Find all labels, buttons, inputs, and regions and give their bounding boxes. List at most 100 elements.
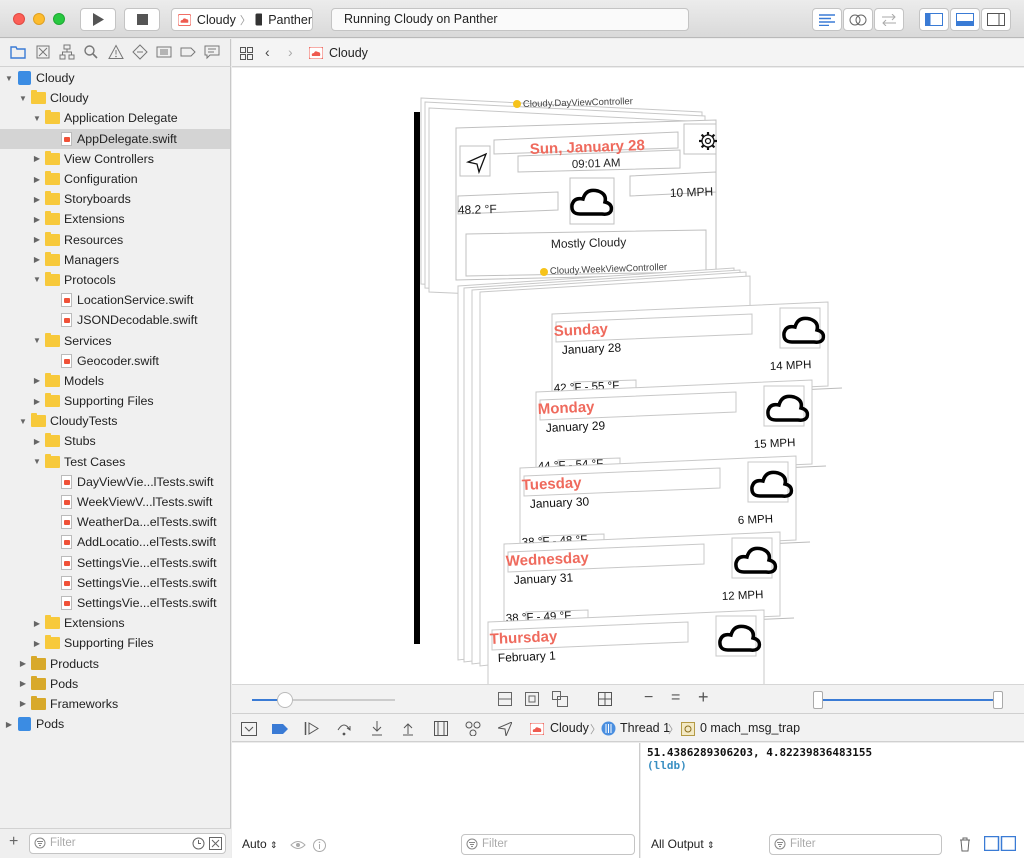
file-item[interactable]: LocationService.swift: [0, 290, 230, 310]
standard-editor-button[interactable]: [812, 8, 842, 31]
disclosure-expanded-icon[interactable]: ▼: [32, 275, 42, 284]
disclosure-expanded-icon[interactable]: ▼: [4, 74, 14, 83]
disclosure-collapsed-icon[interactable]: ▶: [32, 619, 42, 628]
hierarchy-tab-icon[interactable]: [59, 44, 75, 60]
variables-filter-input[interactable]: Filter: [461, 834, 635, 855]
back-icon[interactable]: ‹: [265, 44, 270, 60]
eye-icon[interactable]: [290, 840, 306, 850]
breakpoints-toggle-icon[interactable]: [272, 724, 288, 734]
range-slider-max-knob[interactable]: [993, 691, 1003, 709]
disclosure-collapsed-icon[interactable]: ▶: [4, 720, 14, 729]
disclosure-collapsed-icon[interactable]: ▶: [32, 376, 42, 385]
simulate-location-icon[interactable]: [498, 722, 512, 736]
file-item[interactable]: WeatherDa...elTests.swift: [0, 512, 230, 532]
version-editor-button[interactable]: [874, 8, 904, 31]
disclosure-expanded-icon[interactable]: ▼: [18, 94, 28, 103]
disclosure-collapsed-icon[interactable]: ▶: [32, 397, 42, 406]
disclosure-collapsed-icon[interactable]: ▶: [32, 175, 42, 184]
group-item[interactable]: ▶ Stubs: [0, 431, 230, 451]
group-item[interactable]: ▶ Pods: [0, 674, 230, 694]
group-item[interactable]: ▼ Protocols: [0, 270, 230, 290]
adjust-view-mode-icon[interactable]: [552, 691, 568, 707]
split-view-icon[interactable]: [984, 836, 1016, 851]
debug-frame-label[interactable]: 0 mach_msg_trap: [700, 721, 800, 735]
console-output-select[interactable]: All Output ⇕: [651, 837, 715, 851]
group-item[interactable]: ▶ Managers: [0, 250, 230, 270]
close-window-button[interactable]: [13, 13, 25, 25]
source-control-tab-icon[interactable]: [35, 44, 51, 60]
scheme-selector[interactable]: Cloudy 〉 Panther: [171, 8, 313, 31]
disclosure-collapsed-icon[interactable]: ▶: [18, 699, 28, 708]
group-item[interactable]: ▼ Cloudy: [0, 88, 230, 108]
disclosure-collapsed-icon[interactable]: ▶: [32, 154, 42, 163]
file-item[interactable]: DayViewVie...lTests.swift: [0, 472, 230, 492]
group-item[interactable]: ▼ Services: [0, 330, 230, 350]
folder-tab-icon[interactable]: [10, 44, 26, 60]
toggle-debug-area-button[interactable]: [950, 8, 980, 31]
zoom-window-button[interactable]: [53, 13, 65, 25]
unsaved-files-icon[interactable]: [209, 837, 222, 850]
disclosure-collapsed-icon[interactable]: ▶: [32, 215, 42, 224]
group-item[interactable]: ▼ Test Cases: [0, 452, 230, 472]
disclosure-collapsed-icon[interactable]: ▶: [18, 679, 28, 688]
project-item[interactable]: ▶ Pods: [0, 714, 230, 734]
group-item[interactable]: ▶ Supporting Files: [0, 391, 230, 411]
group-item[interactable]: ▶ Configuration: [0, 169, 230, 189]
group-item[interactable]: ▶ Products: [0, 653, 230, 673]
disclosure-collapsed-icon[interactable]: ▶: [32, 195, 42, 204]
file-item[interactable]: SettingsVie...elTests.swift: [0, 593, 230, 613]
debug-thread-label[interactable]: Thread 1: [620, 721, 670, 735]
trash-icon[interactable]: [959, 837, 971, 852]
file-item[interactable]: SettingsVie...elTests.swift: [0, 573, 230, 593]
disclosure-collapsed-icon[interactable]: ▶: [32, 255, 42, 264]
clip-contents-icon[interactable]: [498, 692, 512, 706]
group-item[interactable]: ▶ Extensions: [0, 209, 230, 229]
stop-button[interactable]: [124, 8, 160, 31]
range-slider[interactable]: [813, 691, 1003, 709]
disclosure-expanded-icon[interactable]: ▼: [32, 457, 42, 466]
spacing-slider[interactable]: [252, 692, 395, 708]
disclosure-collapsed-icon[interactable]: ▶: [32, 639, 42, 648]
file-item[interactable]: WeekViewV...lTests.swift: [0, 492, 230, 512]
disclosure-collapsed-icon[interactable]: ▶: [32, 437, 42, 446]
forward-icon[interactable]: ›: [288, 44, 293, 60]
disclosure-collapsed-icon[interactable]: ▶: [18, 659, 28, 668]
group-item[interactable]: ▶ Extensions: [0, 613, 230, 633]
group-item[interactable]: ▶ Models: [0, 371, 230, 391]
group-item[interactable]: ▶ View Controllers: [0, 149, 230, 169]
zoom-out-icon[interactable]: −: [644, 689, 653, 707]
search-tab-icon[interactable]: [83, 44, 99, 60]
group-item[interactable]: ▼ Application Delegate: [0, 108, 230, 128]
disclosure-expanded-icon[interactable]: ▼: [32, 336, 42, 345]
debug-view-hierarchy-icon[interactable]: [434, 721, 448, 736]
step-over-icon[interactable]: [336, 722, 352, 736]
warning-tab-icon[interactable]: [108, 44, 124, 60]
range-slider-min-knob[interactable]: [813, 691, 823, 709]
assistant-editor-button[interactable]: [843, 8, 873, 31]
zoom-in-icon[interactable]: +: [698, 687, 709, 708]
disclosure-collapsed-icon[interactable]: ▶: [32, 235, 42, 244]
orient-icon[interactable]: [598, 692, 612, 706]
minimize-window-button[interactable]: [33, 13, 45, 25]
toggle-utilities-button[interactable]: [981, 8, 1011, 31]
run-button[interactable]: [80, 8, 116, 31]
debug-tab-icon[interactable]: [156, 44, 172, 60]
step-out-icon[interactable]: [401, 721, 415, 736]
test-tab-icon[interactable]: [132, 44, 148, 60]
file-item[interactable]: AddLocatio...elTests.swift: [0, 532, 230, 552]
disclosure-expanded-icon[interactable]: ▼: [32, 114, 42, 123]
show-constraints-icon[interactable]: [525, 692, 539, 706]
zoom-actual-icon[interactable]: =: [671, 689, 680, 707]
jump-bar-crumb[interactable]: Cloudy: [329, 46, 368, 60]
file-item[interactable]: Geocoder.swift: [0, 351, 230, 371]
toggle-navigator-button[interactable]: [919, 8, 949, 31]
spacing-slider-knob[interactable]: [277, 692, 293, 708]
continue-icon[interactable]: [304, 722, 320, 735]
report-tab-icon[interactable]: [204, 44, 220, 60]
add-icon[interactable]: +: [9, 833, 18, 851]
file-item[interactable]: AppDelegate.swift: [0, 128, 230, 149]
navigator-filter-input[interactable]: Filter: [29, 833, 226, 854]
variables-scope-select[interactable]: Auto ⇕: [242, 837, 278, 851]
group-item[interactable]: ▶ Frameworks: [0, 694, 230, 714]
breakpoint-tab-icon[interactable]: [180, 44, 196, 60]
